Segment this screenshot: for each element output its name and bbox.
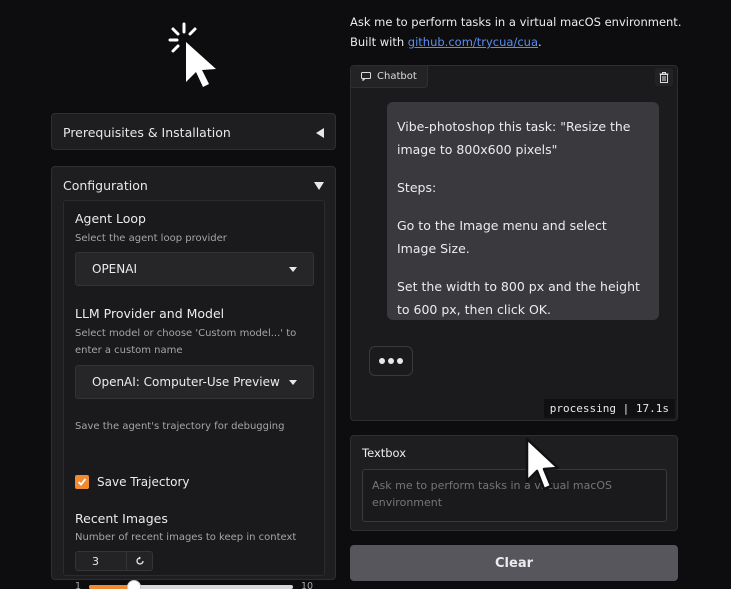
dropdown-caret-icon <box>289 266 297 272</box>
collapse-arrow-icon[interactable] <box>316 127 324 138</box>
agent-loop-value: OPENAI <box>92 262 137 276</box>
typing-indicator <box>369 346 413 376</box>
slider-thumb[interactable] <box>127 580 141 589</box>
llm-model-value: OpenAI: Computer-Use Preview <box>92 375 280 389</box>
llm-label: LLM Provider and Model <box>75 306 225 321</box>
textbox-panel: Textbox <box>350 435 678 531</box>
github-link[interactable]: github.com/trycua/cua <box>408 35 538 49</box>
clear-button[interactable]: Clear <box>350 545 678 581</box>
recent-images-slider[interactable] <box>89 580 293 589</box>
chat-bubble-icon <box>361 72 371 81</box>
llm-model-select[interactable]: OpenAI: Computer-Use Preview <box>75 365 314 399</box>
agent-loop-select[interactable]: OPENAI <box>75 252 314 286</box>
typing-dot <box>388 358 394 364</box>
message-step-2: Set the width to 800 px and the height t… <box>397 279 640 317</box>
mouse-pointer-icon <box>525 437 560 491</box>
message-task: Vibe-photoshop this task: "Resize the im… <box>397 119 631 157</box>
message-steps-heading: Steps: <box>397 180 437 195</box>
recent-images-label: Recent Images <box>75 511 168 526</box>
typing-dot <box>379 358 385 364</box>
chatbot-tag: Chatbot <box>351 66 428 88</box>
configuration-title: Configuration <box>63 178 148 193</box>
chatbot-panel: Chatbot Vibe-photoshop this task: "Resiz… <box>350 65 678 421</box>
expand-arrow-icon[interactable] <box>314 181 324 190</box>
reset-icon[interactable] <box>126 552 152 570</box>
user-message: Vibe-photoshop this task: "Resize the im… <box>387 102 659 320</box>
cursor-click-logo-icon <box>168 22 216 87</box>
configuration-header[interactable]: Configuration <box>52 167 335 204</box>
slider-max-label: 10 <box>301 581 314 589</box>
agent-loop-desc: Select the agent loop provider <box>75 233 227 244</box>
processing-status: processing | 17.1s <box>543 399 675 418</box>
configuration-accordion: Configuration Agent Loop Select the agen… <box>51 166 336 589</box>
intro-text: Ask me to perform tasks in a virtual mac… <box>350 12 681 52</box>
agent-loop-label: Agent Loop <box>75 211 146 226</box>
message-step-1: Go to the Image menu and select Image Si… <box>397 218 607 256</box>
trajectory-desc: Save the agent's trajectory for debuggin… <box>75 421 285 432</box>
built-with-text: Built with <box>350 35 408 49</box>
textbox-label: Textbox <box>362 446 407 460</box>
typing-dot <box>397 358 403 364</box>
chatbot-tag-label: Chatbot <box>377 71 417 82</box>
intro-line: Ask me to perform tasks in a virtual mac… <box>350 15 682 29</box>
recent-images-number-input[interactable]: 3 <box>75 551 153 571</box>
save-trajectory-checkbox[interactable] <box>75 475 89 489</box>
recent-images-value[interactable]: 3 <box>76 555 126 568</box>
message-input[interactable] <box>362 469 667 522</box>
prerequisites-title: Prerequisites & Installation <box>63 125 231 140</box>
slider-min-label: 1 <box>75 581 82 589</box>
prerequisites-accordion[interactable]: Prerequisites & Installation <box>51 113 336 150</box>
dropdown-caret-icon <box>289 379 297 385</box>
recent-images-desc: Number of recent images to keep in conte… <box>75 532 297 543</box>
intro-period: . <box>538 35 542 49</box>
configuration-body: Agent Loop Select the agent loop provide… <box>63 200 325 589</box>
checkmark-icon <box>77 478 87 486</box>
save-trajectory-label[interactable]: Save Trajectory <box>97 475 190 489</box>
llm-desc: Select model or choose 'Custom model...'… <box>75 328 297 356</box>
trash-icon[interactable] <box>655 68 673 86</box>
